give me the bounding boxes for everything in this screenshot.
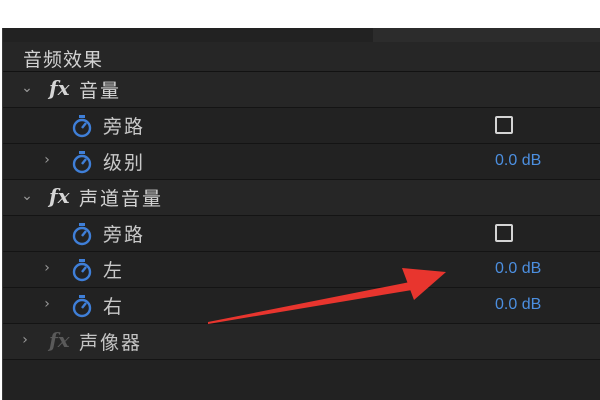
property-row-right: › 右 0.0 dB — [3, 288, 600, 324]
stopwatch-icon[interactable] — [71, 258, 93, 282]
stopwatch-icon[interactable] — [71, 114, 93, 138]
property-row-bypass: 旁路 — [3, 216, 600, 252]
chevron-right-icon[interactable]: › — [39, 260, 55, 276]
effect-group-label: 声像器 — [79, 332, 143, 354]
stopwatch-icon[interactable] — [71, 150, 93, 174]
right-channel-value[interactable]: 0.0 dB — [495, 296, 541, 314]
fx-icon[interactable]: fx — [49, 76, 70, 100]
level-value[interactable]: 0.0 dB — [495, 152, 541, 170]
property-label: 级别 — [103, 152, 146, 174]
property-label: 右 — [103, 296, 125, 318]
fx-icon[interactable]: fx — [49, 184, 70, 208]
page-top-margin — [0, 0, 600, 28]
fx-icon[interactable]: fx — [49, 328, 70, 352]
chevron-right-icon[interactable]: › — [17, 332, 33, 348]
chevron-right-icon[interactable]: › — [39, 296, 55, 312]
property-label: 旁路 — [103, 116, 146, 138]
stopwatch-icon[interactable] — [71, 294, 93, 318]
bypass-checkbox[interactable] — [495, 116, 513, 134]
audio-effects-panel: 音频效果 ⌄ fx 音量 旁路 › 级别 0.0 dB ⌄ fx 声道音量 旁路… — [2, 28, 600, 400]
panel-header: 音频效果 — [3, 42, 600, 72]
property-row-level: › 级别 0.0 dB — [3, 144, 600, 180]
effect-group-label: 声道音量 — [79, 188, 164, 210]
bypass-checkbox[interactable] — [495, 224, 513, 242]
panel-title: 音频效果 — [23, 49, 104, 71]
stopwatch-icon[interactable] — [71, 222, 93, 246]
effect-group-channel-volume[interactable]: ⌄ fx 声道音量 — [3, 180, 600, 216]
left-channel-value[interactable]: 0.0 dB — [495, 260, 541, 278]
property-label: 左 — [103, 260, 125, 282]
chevron-down-icon[interactable]: ⌄ — [19, 80, 35, 96]
chevron-down-icon[interactable]: ⌄ — [19, 188, 35, 204]
effect-group-volume[interactable]: ⌄ fx 音量 — [3, 72, 600, 108]
property-row-left: › 左 0.0 dB — [3, 252, 600, 288]
property-row-bypass: 旁路 — [3, 108, 600, 144]
chevron-right-icon[interactable]: › — [39, 152, 55, 168]
property-label: 旁路 — [103, 224, 146, 246]
effect-group-panner[interactable]: › fx 声像器 — [3, 324, 600, 360]
effect-group-label: 音量 — [79, 80, 122, 102]
toolbar-strip — [373, 28, 600, 42]
